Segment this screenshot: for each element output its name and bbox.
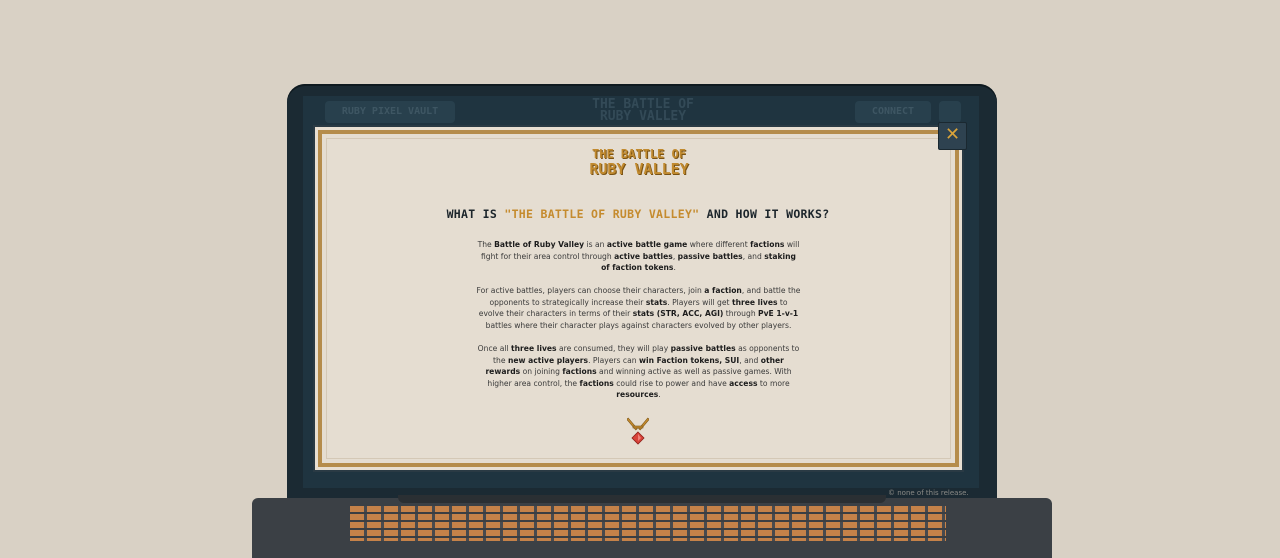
footer-legal-text: © none of this release. — [888, 489, 969, 497]
bold-text: a faction — [704, 286, 742, 295]
close-icon: ✕ — [944, 124, 961, 145]
bold-text: new active players — [507, 355, 589, 365]
text-run: on joining — [520, 367, 563, 376]
bold-text: stats (STR, ACC, AGI) — [632, 309, 724, 318]
paragraph-active-battles: For active battles, players can choose t… — [476, 285, 801, 331]
background-logo: THE BATTLE OF RUBY VALLEY — [592, 97, 694, 124]
text-run: , and — [739, 355, 761, 365]
background-sound-icon — [939, 101, 961, 123]
text-run: , and — [742, 251, 765, 261]
keyboard-rows — [350, 506, 946, 541]
bold-text: resources — [616, 390, 659, 399]
bold-text: active battles — [614, 251, 673, 261]
crossed-swords-ruby-icon — [627, 417, 649, 445]
text-run: . — [658, 390, 661, 399]
heading-prefix: WHAT IS — [446, 207, 505, 221]
background-topbar: RUBY PIXEL VAULT THE BATTLE OF RUBY VALL… — [303, 96, 979, 130]
logo-line-2: RUBY VALLEY — [589, 160, 689, 178]
heading-highlight: "THE BATTLE OF RUBY VALLEY" — [504, 207, 700, 221]
laptop-hinge — [398, 495, 886, 503]
text-run: For active battles, players can choose t… — [476, 286, 705, 295]
text-run: . Players can — [588, 355, 639, 365]
bold-text: passive battles — [677, 251, 743, 261]
heading-suffix: AND HOW IT WORKS? — [699, 207, 830, 221]
text-run: The — [477, 240, 495, 249]
background-connect-button: CONNECT — [855, 101, 931, 123]
modal-heading: WHAT IS "THE BATTLE OF RUBY VALLEY" AND … — [438, 207, 838, 221]
bold-text: Battle of Ruby Valley — [494, 240, 585, 249]
text-run: where different — [687, 240, 751, 249]
bold-text: PvE 1-v-1 — [758, 309, 799, 318]
bold-text: win Faction tokens, SUI — [638, 355, 740, 365]
text-run: Once all — [477, 344, 512, 353]
bold-text: factions — [562, 367, 597, 376]
bold-text: three lives — [511, 344, 557, 353]
game-logo: THE BATTLE OF RUBY VALLEY — [583, 148, 695, 178]
bold-text: access — [729, 378, 758, 388]
text-run: is an — [584, 240, 607, 249]
bold-text: three lives — [731, 297, 778, 307]
paragraph-passive-battles: Once all three lives are consumed, they … — [476, 343, 801, 401]
text-run: battles where their character plays agai… — [485, 320, 792, 330]
text-run: . — [673, 263, 676, 272]
bold-text: factions — [579, 378, 614, 388]
bold-text: passive battles — [670, 344, 736, 353]
bold-text: stats — [645, 297, 668, 307]
text-run: through — [723, 309, 759, 318]
close-button[interactable]: ✕ — [938, 122, 967, 150]
text-run: . Players will get — [667, 297, 732, 307]
paragraph-intro: The Battle of Ruby Valley is an active b… — [476, 239, 801, 274]
background-vault-button: RUBY PIXEL VAULT — [325, 101, 455, 123]
text-run: are consumed, they will play — [556, 344, 671, 353]
bold-text: factions — [750, 240, 785, 249]
text-run: could rise to power and have — [613, 378, 730, 388]
bold-text: active battle game — [606, 240, 688, 249]
text-run: to more — [757, 378, 790, 388]
